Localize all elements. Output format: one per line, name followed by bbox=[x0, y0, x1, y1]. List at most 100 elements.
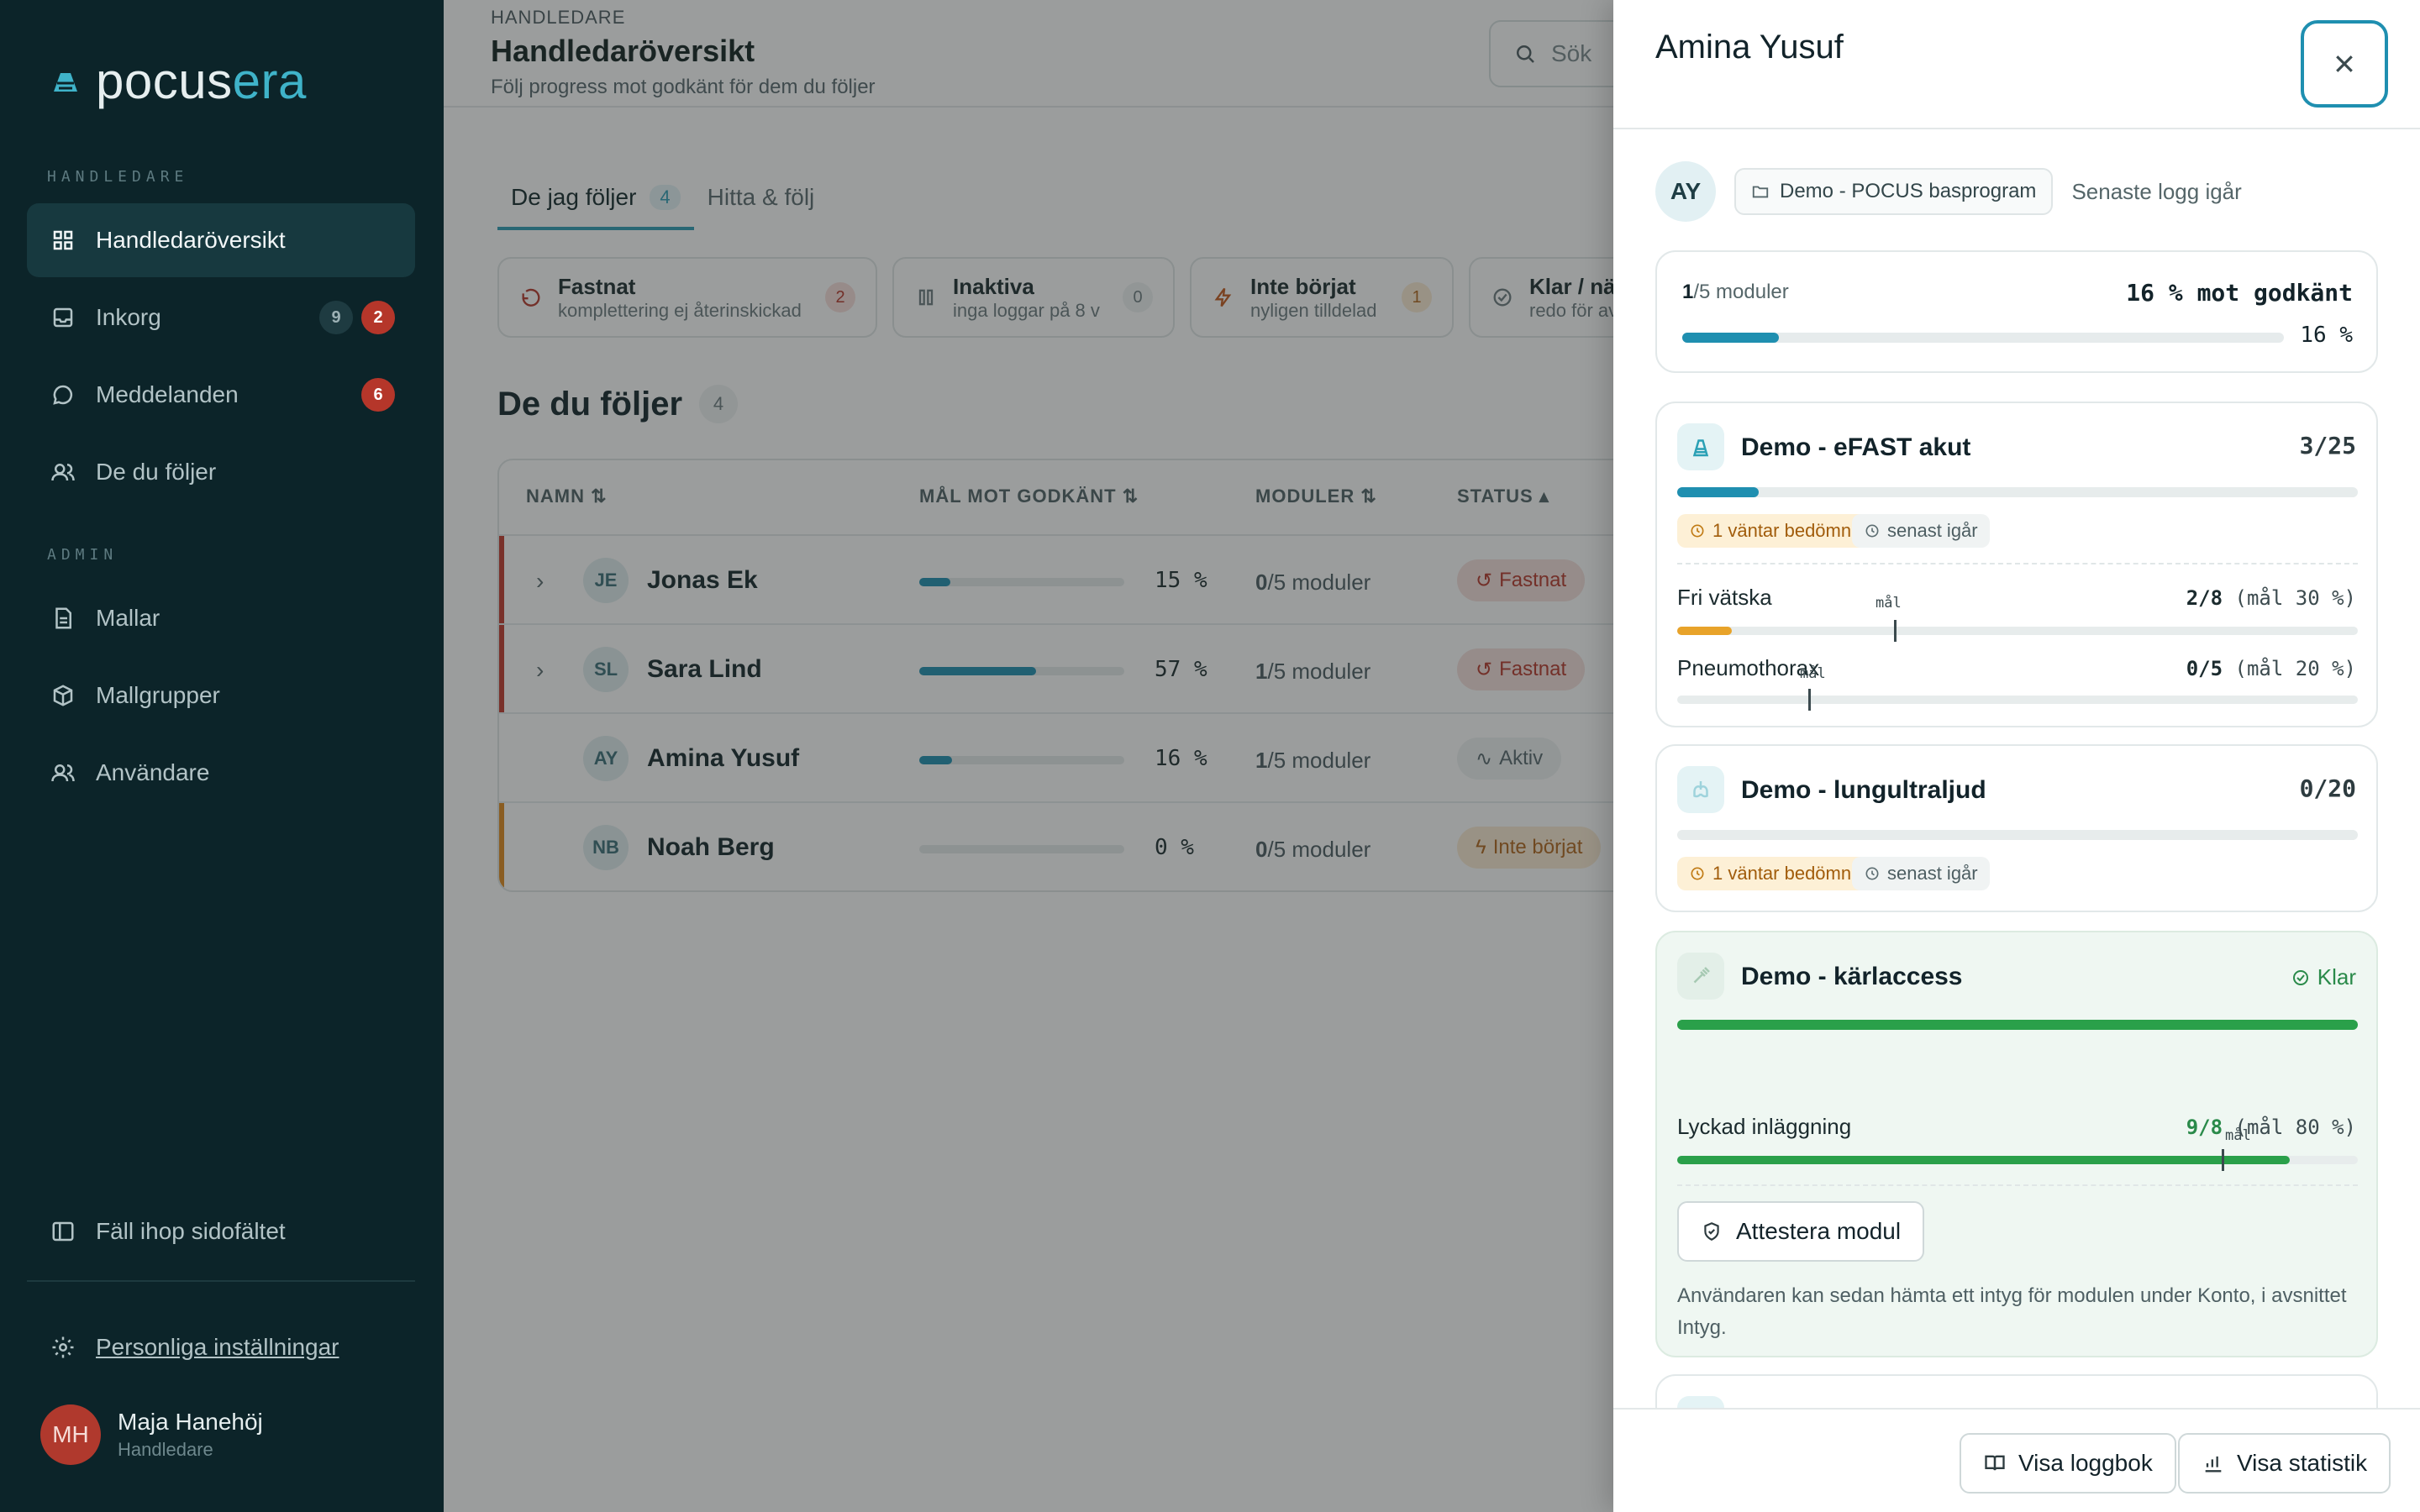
close-icon bbox=[2336, 55, 2353, 72]
summary-card: 1/5 moduler 16 % mot godkänt 16 % bbox=[1655, 250, 2378, 373]
sidebar-item-mallar[interactable]: Mallar bbox=[27, 581, 415, 655]
goal-value: 2/8 (mål 30 %) bbox=[2186, 586, 2356, 610]
drawer-title: Amina Yusuf bbox=[1655, 29, 1844, 66]
sidebar-item-label: Användare bbox=[96, 759, 210, 785]
module-progress-bar bbox=[1677, 830, 2358, 840]
close-button[interactable] bbox=[2301, 20, 2388, 108]
sidebar: pocusera HANDLEDARE Handledaröversikt In… bbox=[0, 0, 444, 1512]
module-title: Demo - kärlaccess bbox=[1741, 963, 1963, 990]
bar-chart-icon bbox=[2205, 1456, 2222, 1473]
users-icon bbox=[50, 459, 76, 485]
clock-icon bbox=[1865, 867, 1879, 880]
sidebar-item-label: Inkorg bbox=[96, 304, 161, 330]
gear-icon bbox=[50, 1335, 76, 1360]
drawer-header: Amina Yusuf bbox=[1613, 0, 2420, 129]
goal-marker bbox=[1894, 620, 1897, 642]
messages-badge: 6 bbox=[361, 378, 395, 412]
ultrasound-probe-icon bbox=[1677, 423, 1724, 470]
module-card-efast[interactable]: Demo - eFAST akut 3/25 1 väntar bedömnin… bbox=[1655, 402, 2378, 727]
modal-backdrop[interactable] bbox=[444, 0, 1613, 1512]
personal-settings-link[interactable]: Personliga inställningar bbox=[27, 1310, 415, 1384]
clock-icon bbox=[1691, 524, 1704, 538]
module-title: Demo - lungultraljud bbox=[1741, 776, 1986, 804]
book-icon bbox=[1985, 1455, 2005, 1471]
sidebar-item-label: Mallgrupper bbox=[96, 682, 220, 708]
latest-log-badge: senast igår bbox=[1852, 514, 1990, 548]
goal-progress-bar bbox=[1677, 1156, 2358, 1164]
clock-icon bbox=[1691, 867, 1704, 880]
student-meta: AY Demo - POCUS basprogram Senaste logg … bbox=[1655, 161, 2242, 222]
attest-note: Användaren kan sedan hämta ett intyg för… bbox=[1677, 1284, 2347, 1339]
goal-marker bbox=[1808, 689, 1811, 711]
chat-icon bbox=[50, 382, 76, 407]
sidebar-item-inkorg[interactable]: Inkorg 9 2 bbox=[27, 281, 415, 354]
folder-icon bbox=[1752, 186, 1769, 198]
program-chip[interactable]: Demo - POCUS basprogram bbox=[1734, 168, 2054, 215]
app-logo[interactable]: pocusera bbox=[47, 52, 307, 110]
collapse-sidebar-button[interactable]: Fäll ihop sidofältet bbox=[27, 1194, 415, 1268]
goal-marker-label: mål bbox=[1800, 665, 1826, 682]
module-count: 0/20 bbox=[2299, 774, 2356, 802]
sidebar-item-label: Handledaröversikt bbox=[96, 227, 286, 253]
attest-module-button[interactable]: Attestera modul bbox=[1677, 1201, 1925, 1262]
module-card-lungultraljud[interactable]: Demo - lungultraljud 0/20 1 väntar bedöm… bbox=[1655, 744, 2378, 912]
module-card-karlaccess[interactable]: Demo - kärlaccess Klar Lyckad inläggning… bbox=[1655, 931, 2378, 1357]
module-count: 3/25 bbox=[2299, 432, 2356, 459]
sidebar-item-mallgrupper[interactable]: Mallgrupper bbox=[27, 659, 415, 732]
view-statistics-button[interactable]: Visa statistik bbox=[2178, 1433, 2391, 1494]
users-icon bbox=[50, 760, 76, 785]
user-role: Handledare bbox=[118, 1439, 213, 1460]
sidebar-item-label: Meddelanden bbox=[96, 381, 239, 407]
sidebar-toggle-icon bbox=[50, 1219, 76, 1244]
clock-icon bbox=[1865, 524, 1879, 538]
syringe-icon bbox=[1677, 953, 1724, 1000]
grid-icon bbox=[50, 228, 76, 253]
summary-headline: 16 % mot godkänt bbox=[2126, 279, 2353, 307]
sidebar-item-label: Mallar bbox=[96, 605, 160, 631]
user-name: Maja Hanehöj bbox=[118, 1409, 263, 1435]
sidebar-divider bbox=[27, 1280, 415, 1282]
goal-label: Fri vätska bbox=[1677, 585, 1772, 610]
document-icon bbox=[50, 606, 76, 631]
sidebar-item-handledaroversikt[interactable]: Handledaröversikt bbox=[27, 203, 415, 277]
sidebar-item-label: De du följer bbox=[96, 459, 217, 485]
module-title: Demo - eFAST akut bbox=[1741, 433, 1971, 461]
goal-progress-bar bbox=[1677, 696, 2358, 704]
inbox-count-badge: 9 bbox=[319, 301, 353, 334]
sidebar-item-meddelanden[interactable]: Meddelanden 6 bbox=[27, 358, 415, 432]
section-label-handledare: HANDLEDARE bbox=[47, 168, 189, 186]
lungs-icon bbox=[1677, 766, 1724, 813]
goal-value: 0/5 (mål 20 %) bbox=[2186, 657, 2356, 680]
summary-progress-bar bbox=[1682, 333, 2284, 343]
settings-label: Personliga inställningar bbox=[96, 1334, 339, 1360]
goal-marker-label: mål bbox=[2225, 1127, 2251, 1144]
avatar: MH bbox=[40, 1404, 101, 1465]
student-detail-drawer: Amina Yusuf AY Demo - POCUS basprogram S… bbox=[1613, 0, 2420, 1512]
logo-text-accent: era bbox=[232, 53, 307, 109]
module-progress-bar bbox=[1677, 487, 2358, 497]
logo-icon bbox=[54, 72, 77, 92]
goal-marker-label: mål bbox=[1876, 595, 1902, 612]
last-log-text: Senaste logg igår bbox=[2071, 178, 2242, 204]
goal-progress-bar bbox=[1677, 627, 2358, 635]
program-name: Demo - POCUS basprogram bbox=[1780, 180, 2037, 202]
logo-text-main: pocus bbox=[96, 53, 233, 109]
summary-percent: 16 % bbox=[2300, 323, 2353, 348]
sidebar-item-de-du-foljer[interactable]: De du följer bbox=[27, 435, 415, 509]
goal-value: 9/8 (mål 80 %) bbox=[2186, 1116, 2356, 1139]
user-profile[interactable]: MH Maja Hanehöj Handledare bbox=[40, 1404, 263, 1465]
module-progress-bar bbox=[1677, 1020, 2358, 1030]
drawer-footer: Visa loggbok Visa statistik bbox=[1613, 1408, 2420, 1512]
goal-label: Lyckad inläggning bbox=[1677, 1114, 1852, 1139]
avatar: AY bbox=[1655, 161, 1716, 222]
sidebar-item-anvandare[interactable]: Användare bbox=[27, 736, 415, 810]
package-icon bbox=[50, 683, 76, 708]
goal-marker bbox=[2222, 1149, 2224, 1171]
inbox-icon bbox=[50, 305, 76, 330]
check-circle-icon bbox=[2292, 969, 2308, 985]
section-label-admin: ADMIN bbox=[47, 546, 118, 564]
collapse-label: Fäll ihop sidofältet bbox=[96, 1218, 286, 1244]
module-complete-badge: Klar bbox=[2291, 964, 2356, 990]
latest-log-badge: senast igår bbox=[1852, 857, 1990, 890]
view-logbook-button[interactable]: Visa loggbok bbox=[1960, 1433, 2176, 1494]
